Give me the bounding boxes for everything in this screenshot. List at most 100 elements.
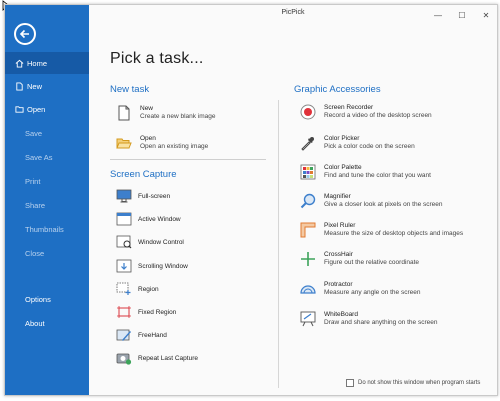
back-arrow-icon[interactable] — [14, 23, 36, 45]
sidebar-item-save-as[interactable]: Save As — [5, 146, 89, 168]
protractor-icon — [300, 285, 316, 294]
sidebar-item-label: Close — [25, 248, 45, 258]
capture-label: Repeat Last Capture — [138, 354, 198, 362]
sidebar-item-about[interactable]: About — [5, 312, 89, 334]
task-desc: Create a new blank image — [140, 113, 216, 120]
accessory-title: Pixel Ruler — [324, 222, 356, 229]
capture-label: FreeHand — [138, 331, 167, 339]
sidebar-item-label: About — [25, 318, 45, 328]
accessory-title: CrossHair — [324, 251, 353, 258]
capture-full-screen[interactable]: Full-screen — [116, 188, 170, 204]
capture-label: Active Window — [138, 215, 181, 223]
column-divider — [278, 100, 279, 388]
capture-label: Window Control — [138, 238, 184, 246]
capture-label: Scrolling Window — [138, 262, 188, 270]
capture-label: Full-screen — [138, 192, 171, 200]
task-open[interactable]: Open Open an existing image — [116, 135, 208, 151]
new-file-icon — [118, 105, 130, 121]
home-icon — [15, 59, 24, 68]
active-window-icon — [116, 212, 132, 226]
magnifier-icon — [300, 193, 316, 209]
accessory-protractor[interactable]: Protractor Measure any angle on the scre… — [300, 281, 420, 297]
accessory-title: WhiteBoard — [324, 311, 358, 318]
capture-window-control[interactable]: Window Control — [116, 234, 184, 250]
sidebar-item-print[interactable]: Print — [5, 170, 89, 192]
sidebar-item-label: Thumbnails — [25, 224, 64, 234]
accessory-title: Magnifier — [324, 193, 351, 200]
whiteboard-icon — [300, 311, 316, 327]
capture-scrolling-window[interactable]: Scrolling Window — [116, 258, 188, 274]
crosshair-icon — [301, 252, 315, 266]
window-title: PicPick — [281, 9, 305, 16]
region-icon — [116, 282, 131, 295]
accessory-title: Color Palette — [324, 164, 362, 171]
accessory-desc: Pick a color code on the screen — [324, 143, 415, 150]
eyedropper-icon — [301, 137, 314, 151]
task-new[interactable]: New Create a new blank image — [116, 105, 216, 121]
accessory-desc: Give a closer look at pixels on the scre… — [324, 201, 443, 208]
capture-label: Fixed Region — [138, 308, 177, 316]
sidebar-item-label: Share — [25, 200, 46, 210]
task-title: New — [140, 105, 154, 112]
sidebar-item-label: Save As — [25, 152, 53, 162]
capture-fixed-region[interactable]: Fixed Region — [116, 304, 176, 320]
sidebar-item-home[interactable]: Home — [5, 52, 89, 74]
fixed-region-icon — [117, 306, 131, 318]
folder-open-icon — [116, 138, 132, 149]
new-task-heading: New task — [110, 84, 150, 95]
close-icon[interactable]: ✕ — [481, 8, 491, 24]
sidebar-item-share[interactable]: Share — [5, 194, 89, 216]
accessory-pixel-ruler[interactable]: Pixel Ruler Measure the size of desktop … — [300, 222, 463, 238]
accessory-color-picker[interactable]: Color Picker Pick a color code on the sc… — [300, 135, 415, 151]
capture-region[interactable]: Region — [116, 281, 159, 297]
sidebar-item-options[interactable]: Options — [5, 288, 89, 310]
sidebar-item-label: New — [27, 81, 43, 91]
repeat-capture-icon — [116, 353, 132, 365]
section-divider — [110, 159, 266, 160]
dont-show-checkbox[interactable] — [346, 379, 354, 387]
minimize-icon[interactable]: — — [433, 8, 443, 24]
title-bar: PicPick — ☐ ✕ — [89, 5, 497, 23]
accessory-magnifier[interactable]: Magnifier Give a closer look at pixels o… — [300, 193, 443, 209]
capture-active-window[interactable]: Active Window — [116, 211, 181, 227]
screen-capture-heading: Screen Capture — [110, 169, 177, 180]
sidebar-item-close[interactable]: Close — [5, 242, 89, 264]
ruler-icon — [300, 222, 316, 238]
accessory-title: Color Picker — [324, 135, 360, 142]
capture-label: Region — [138, 285, 159, 293]
monitor-icon — [116, 189, 132, 203]
accessory-desc: Measure any angle on the screen — [324, 289, 421, 296]
accessory-desc: Measure the size of desktop objects and … — [324, 230, 464, 237]
freehand-icon — [116, 329, 131, 341]
palette-icon — [300, 164, 316, 180]
maximize-icon[interactable]: ☐ — [457, 8, 467, 24]
accessory-crosshair[interactable]: CrossHair Figure out the relative coordi… — [300, 251, 419, 267]
capture-repeat-last[interactable]: Repeat Last Capture — [116, 350, 198, 366]
sidebar-item-open[interactable]: Open — [5, 98, 89, 120]
dont-show-label: Do not show this window when program sta… — [358, 380, 481, 386]
accessory-desc: Find and tune the color that you want — [324, 172, 431, 179]
sidebar: Home New Open Save Save As Print Share T… — [5, 5, 89, 395]
accessory-title: Screen Recorder — [324, 104, 374, 111]
capture-freehand[interactable]: FreeHand — [116, 327, 167, 343]
sidebar-item-label: Open — [27, 104, 46, 114]
new-file-icon — [16, 81, 23, 91]
scrolling-window-icon — [116, 259, 132, 273]
accessory-desc: Draw and share anything on the screen — [324, 319, 438, 326]
window-control-icon — [116, 235, 132, 249]
accessory-color-palette[interactable]: Color Palette Find and tune the color th… — [300, 164, 431, 180]
accessory-desc: Record a video of the desktop screen — [324, 112, 432, 119]
folder-icon — [15, 105, 24, 113]
accessory-screen-recorder[interactable]: Screen Recorder Record a video of the de… — [300, 104, 432, 120]
startup-option[interactable]: Do not show this window when program sta… — [346, 379, 480, 387]
sidebar-item-label: Save — [25, 128, 43, 138]
accessory-whiteboard[interactable]: WhiteBoard Draw and share anything on th… — [300, 311, 437, 327]
sidebar-item-label: Options — [25, 294, 51, 304]
task-desc: Open an existing image — [140, 143, 209, 150]
graphic-accessories-heading: Graphic Accessories — [294, 84, 381, 95]
sidebar-item-new[interactable]: New — [5, 75, 89, 97]
task-title: Open — [140, 135, 156, 142]
sidebar-item-label: Home — [27, 58, 48, 68]
sidebar-item-thumbnails[interactable]: Thumbnails — [5, 218, 89, 240]
sidebar-item-save[interactable]: Save — [5, 122, 89, 144]
